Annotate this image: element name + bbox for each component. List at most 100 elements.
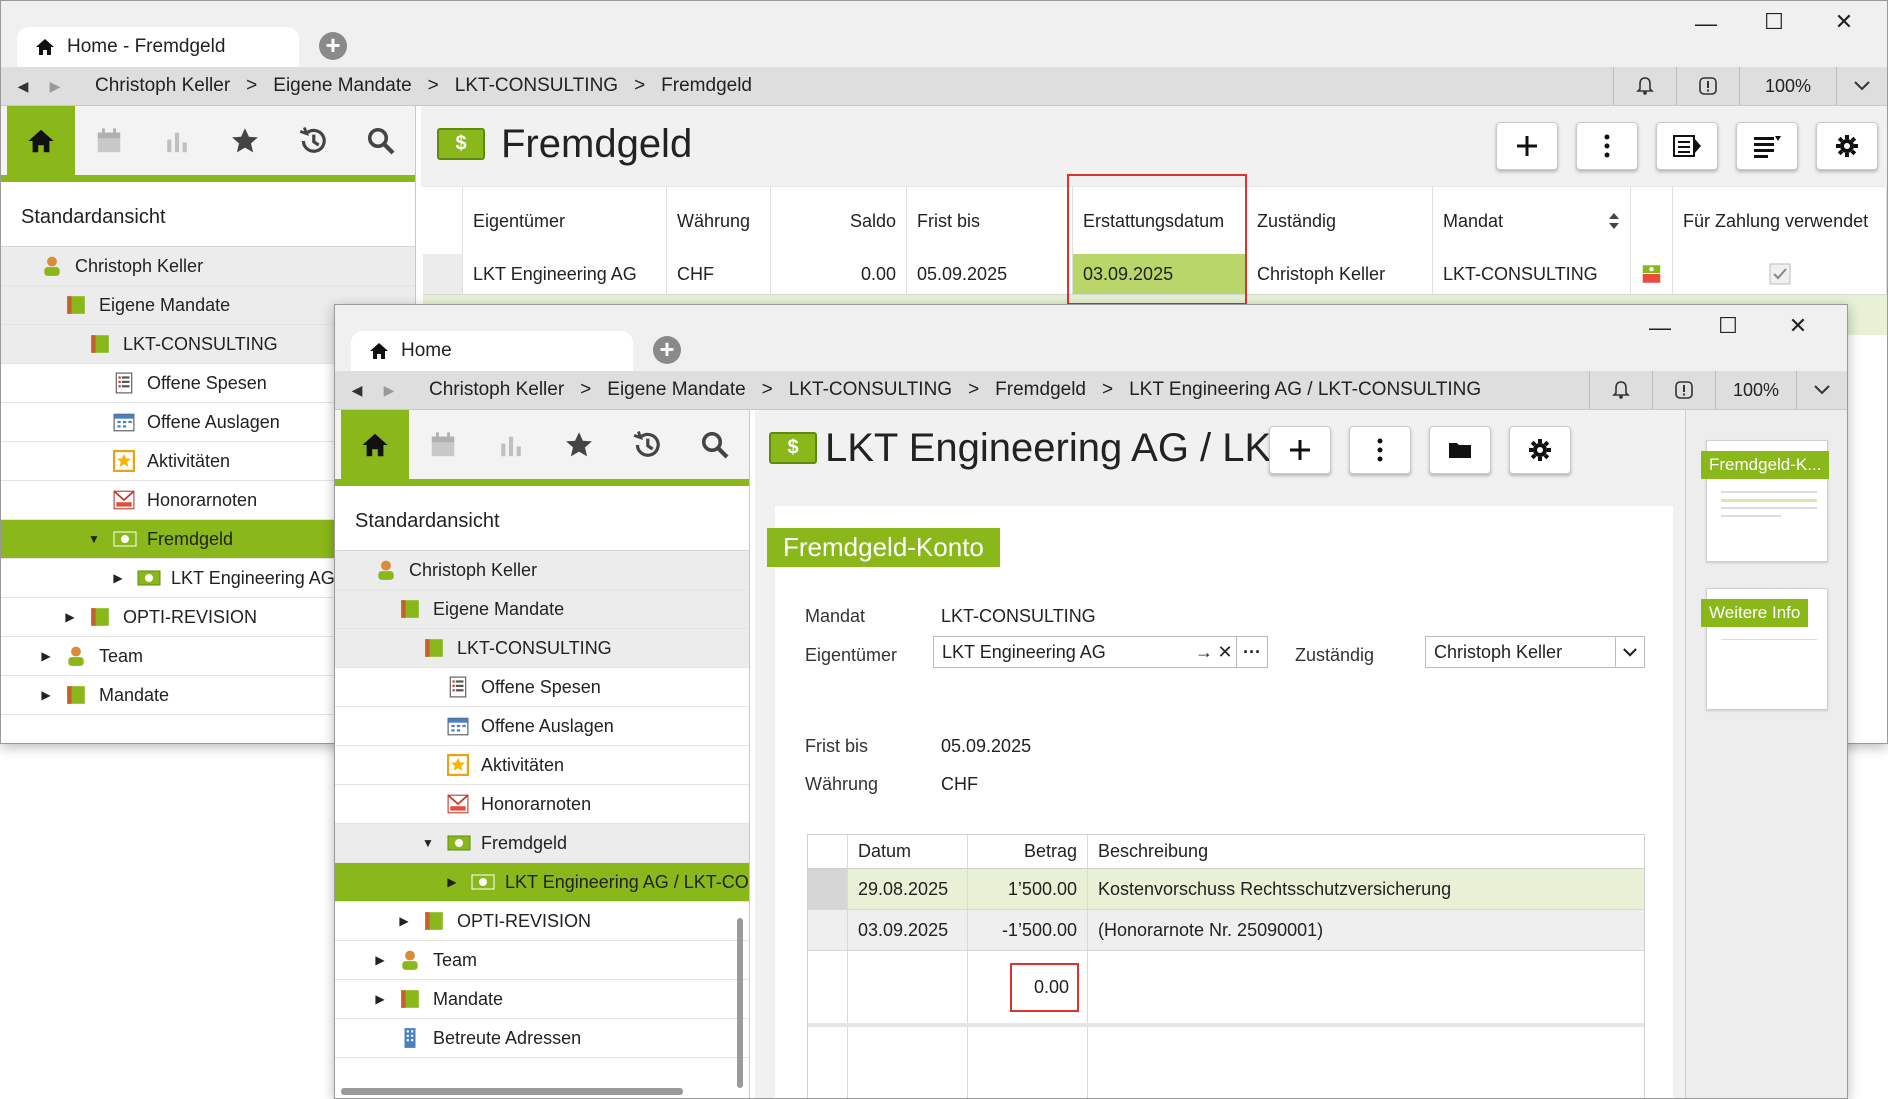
sort-filter-button[interactable]: [1736, 122, 1798, 170]
search-icon[interactable]: [347, 106, 415, 175]
new-tab-button[interactable]: +: [653, 336, 681, 364]
tree-item-mandate[interactable]: ▶ Mandate: [335, 980, 749, 1019]
folder-icon[interactable]: [1429, 426, 1491, 474]
tree-item-aktivitaeten[interactable]: Aktivitäten: [335, 746, 749, 785]
home-icon[interactable]: [7, 106, 75, 175]
zoom-level[interactable]: 100%: [1715, 371, 1796, 409]
breadcrumb-item[interactable]: Eigene Mandate: [607, 379, 745, 401]
view-title[interactable]: Standardansicht: [21, 206, 166, 229]
column-header-fuer-zahlung[interactable]: Für Zahlung verwendet: [1673, 187, 1887, 255]
tab-home[interactable]: Home: [351, 331, 633, 371]
table-row[interactable]: 03.09.2025 -1’500.00 (Honorarnote Nr. 25…: [808, 910, 1644, 951]
zustaendig-dropdown[interactable]: Christoph Keller: [1425, 636, 1645, 668]
forward-arrow-icon[interactable]: ▶: [39, 78, 71, 95]
star-icon[interactable]: [545, 410, 613, 479]
column-header-frist-bis[interactable]: Frist bis: [907, 187, 1073, 255]
calendar-icon[interactable]: [409, 410, 477, 479]
breadcrumb-item[interactable]: LKT-CONSULTING: [455, 75, 618, 97]
column-header-waehrung[interactable]: Währung: [667, 187, 771, 255]
more-options-button[interactable]: [1576, 122, 1638, 170]
column-header-datum[interactable]: Datum: [848, 835, 968, 868]
add-button[interactable]: [1496, 122, 1558, 170]
more-options-button[interactable]: [1349, 426, 1411, 474]
table-row[interactable]: 29.08.2025 1’500.00 Kostenvorschuss Rech…: [808, 869, 1644, 910]
calendar-icon[interactable]: [75, 106, 143, 175]
cell-fuer-zahlung[interactable]: [1673, 254, 1887, 294]
caret-down-icon[interactable]: ▼: [421, 836, 435, 850]
clear-icon[interactable]: ✕: [1214, 642, 1236, 663]
column-header-saldo[interactable]: Saldo: [771, 187, 907, 255]
star-icon[interactable]: [211, 106, 279, 175]
chevron-down-icon[interactable]: [1796, 371, 1847, 409]
bar-chart-icon[interactable]: [143, 106, 211, 175]
tree-item-lkt-consulting[interactable]: LKT-CONSULTING: [335, 629, 749, 668]
breadcrumb-item[interactable]: Eigene Mandate: [273, 75, 411, 97]
tree-item-team[interactable]: ▶ Team: [335, 941, 749, 980]
sort-icon[interactable]: [1608, 212, 1620, 230]
tree-item-fremdgeld[interactable]: ▼ Fremdgeld: [335, 824, 749, 863]
back-arrow-icon[interactable]: ◀: [341, 382, 373, 399]
close-button[interactable]: ✕: [1829, 9, 1859, 35]
tree-item-betreute-adressen[interactable]: Betreute Adressen: [335, 1019, 749, 1058]
settings-gear-icon[interactable]: [1816, 122, 1878, 170]
column-header-eigentuemer[interactable]: Eigentümer: [463, 187, 667, 255]
column-header-mandat[interactable]: Mandat: [1433, 187, 1631, 255]
caret-right-icon[interactable]: ▶: [397, 914, 411, 928]
tree-item-offene-auslagen[interactable]: Offene Auslagen: [335, 707, 749, 746]
bar-chart-icon[interactable]: [477, 410, 545, 479]
alert-icon[interactable]: [1652, 371, 1715, 409]
column-header-zustaendig[interactable]: Zuständig: [1247, 187, 1433, 255]
breadcrumb-item[interactable]: Christoph Keller: [429, 379, 564, 401]
ellipsis-button[interactable]: ···: [1236, 637, 1267, 667]
tree-item-opti-revision[interactable]: ▶ OPTI-REVISION: [335, 902, 749, 941]
checkbox-checked-icon[interactable]: [1769, 263, 1791, 285]
back-arrow-icon[interactable]: ◀: [7, 78, 39, 95]
breadcrumb-item[interactable]: Fremdgeld: [995, 379, 1086, 401]
home-icon[interactable]: [341, 410, 409, 479]
breadcrumb-item[interactable]: LKT Engineering AG / LKT-CONSULTING: [1129, 379, 1481, 401]
caret-right-icon[interactable]: ▶: [373, 992, 387, 1006]
caret-right-icon[interactable]: ▶: [445, 875, 459, 889]
close-button[interactable]: ✕: [1783, 313, 1813, 339]
breadcrumb-item[interactable]: Christoph Keller: [95, 75, 230, 97]
zoom-level[interactable]: 100%: [1739, 67, 1836, 105]
thumbnail-fremdgeld-konto[interactable]: Fremdgeld-K...: [1701, 440, 1830, 562]
new-tab-button[interactable]: +: [319, 32, 347, 60]
breadcrumb-item[interactable]: Fremdgeld: [661, 75, 752, 97]
search-icon[interactable]: [681, 410, 749, 479]
caret-right-icon[interactable]: ▶: [111, 571, 125, 585]
tree-item-lkt-engineering-consulting[interactable]: ▶ LKT Engineering AG / LKT-CO: [335, 863, 749, 902]
tab-home-fremdgeld[interactable]: Home - Fremdgeld: [17, 27, 299, 67]
caret-right-icon[interactable]: ▶: [63, 610, 77, 624]
history-icon[interactable]: [279, 106, 347, 175]
add-button[interactable]: [1269, 426, 1331, 474]
chevron-down-icon[interactable]: [1836, 67, 1887, 105]
caret-down-icon[interactable]: ▼: [87, 532, 101, 546]
details-panel-button[interactable]: [1656, 122, 1718, 170]
minimize-button[interactable]: —: [1691, 11, 1721, 37]
column-header-beschreibung[interactable]: Beschreibung: [1088, 835, 1644, 868]
caret-right-icon[interactable]: ▶: [373, 953, 387, 967]
maximize-button[interactable]: ☐: [1759, 9, 1789, 35]
column-header-betrag[interactable]: Betrag: [968, 835, 1088, 868]
tree-item-eigene-mandate[interactable]: Eigene Mandate: [335, 590, 749, 629]
notification-bell-icon[interactable]: [1589, 371, 1652, 409]
tree-item-honorarnoten[interactable]: Honorarnoten: [335, 785, 749, 824]
vertical-scrollbar[interactable]: [737, 918, 743, 1088]
thumbnail-weitere-info[interactable]: Weitere Info: [1701, 588, 1828, 710]
caret-right-icon[interactable]: ▶: [39, 649, 53, 663]
maximize-button[interactable]: ☐: [1713, 313, 1743, 339]
horizontal-scrollbar[interactable]: [341, 1088, 683, 1095]
tree-item-christoph-keller[interactable]: Christoph Keller: [1, 247, 415, 286]
history-icon[interactable]: [613, 410, 681, 479]
chevron-down-icon[interactable]: [1615, 637, 1644, 667]
tree-item-christoph-keller[interactable]: Christoph Keller: [335, 551, 749, 590]
forward-arrow-icon[interactable]: ▶: [373, 382, 405, 399]
caret-right-icon[interactable]: ▶: [39, 688, 53, 702]
minimize-button[interactable]: —: [1645, 315, 1675, 341]
arrow-right-icon[interactable]: →: [1194, 642, 1214, 663]
notification-bell-icon[interactable]: [1613, 67, 1676, 105]
view-title[interactable]: Standardansicht: [355, 510, 500, 533]
settings-gear-icon[interactable]: [1509, 426, 1571, 474]
eigentuemer-field[interactable]: LKT Engineering AG → ✕ ···: [933, 636, 1268, 668]
